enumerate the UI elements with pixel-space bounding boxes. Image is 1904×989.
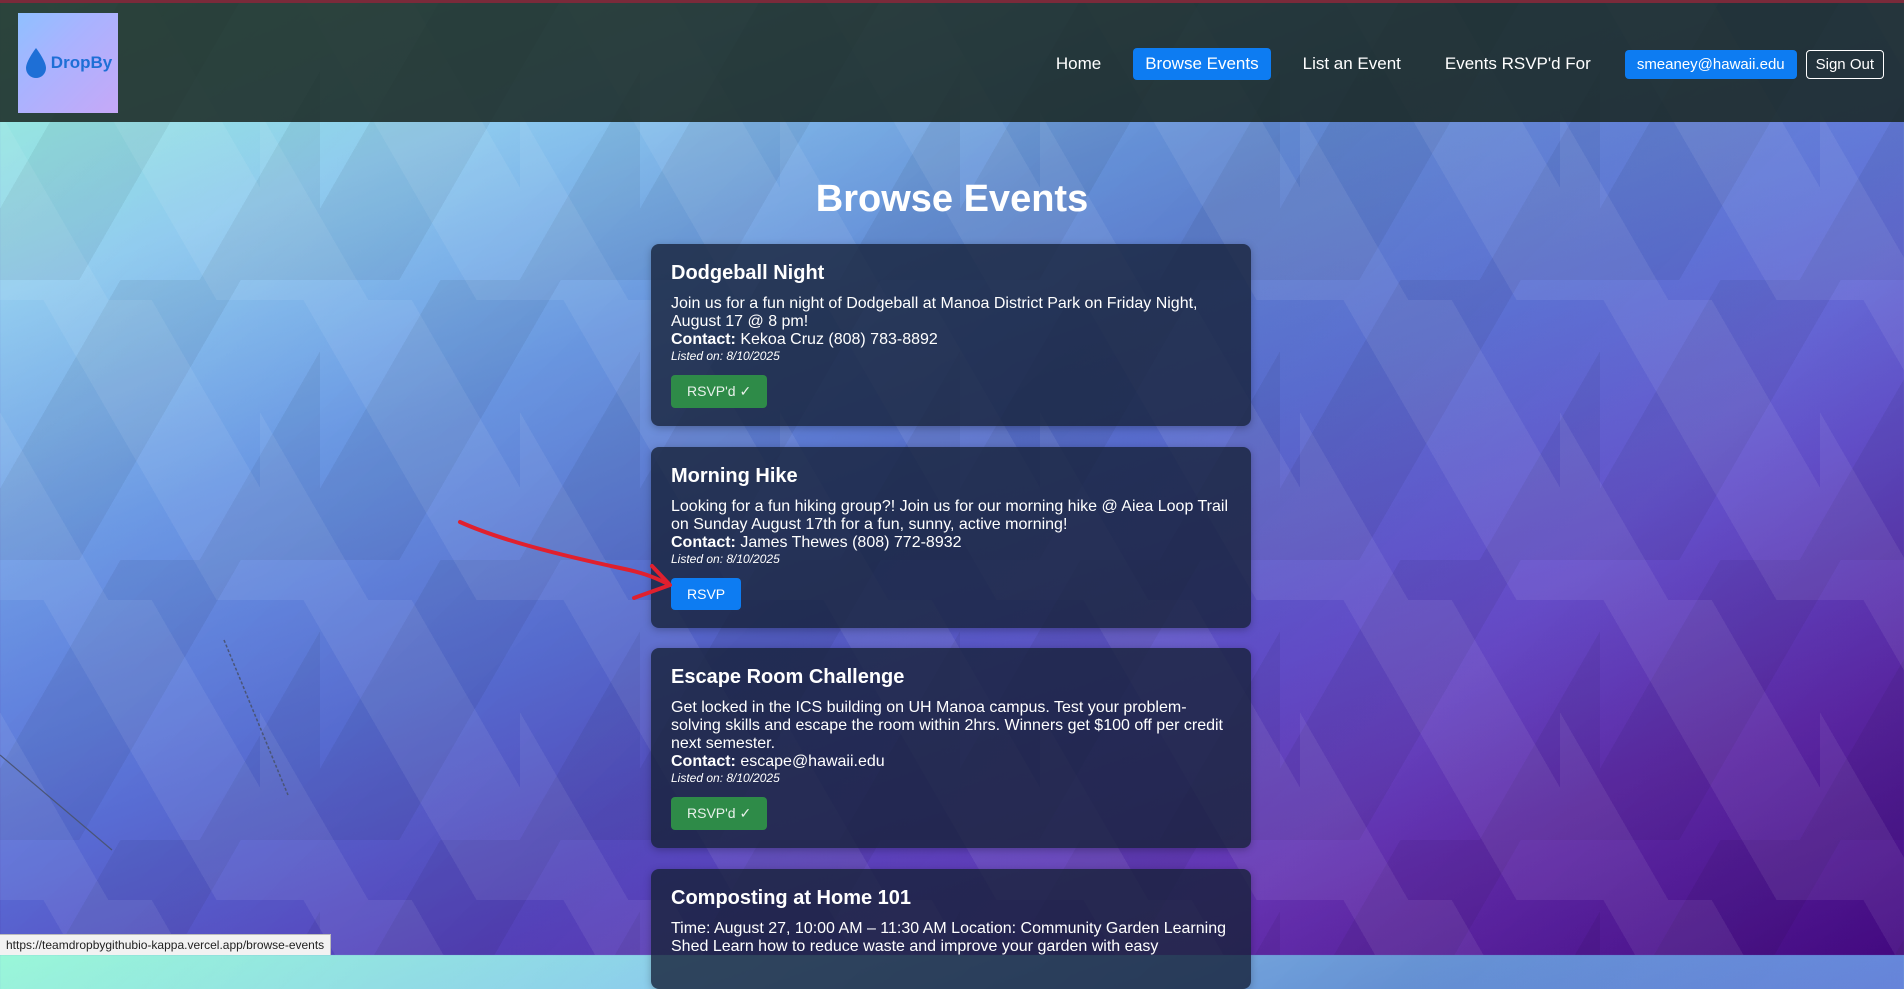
nav-home[interactable]: Home: [1044, 48, 1113, 80]
event-title: Escape Room Challenge: [671, 666, 905, 688]
brand-name: DropBy: [50, 53, 113, 72]
nav-list-an-event[interactable]: List an Event: [1291, 48, 1413, 80]
navbar: DropBy Home Browse Events List an Event …: [0, 3, 1904, 122]
contact-label: Contact:: [671, 331, 736, 348]
event-description: Join us for a fun night of Dodgeball at …: [671, 295, 1198, 330]
event-description: Get locked in the ICS building on UH Man…: [671, 699, 1223, 752]
nav-events-rsvpd-for[interactable]: Events RSVP'd For: [1433, 48, 1603, 80]
event-contact: Contact: James Thewes (808) 772-8932: [671, 534, 1231, 552]
contact-value: James Thewes (808) 772-8932: [740, 534, 962, 551]
rsvpd-button[interactable]: RSVP'd ✓: [671, 375, 768, 408]
event-listed-date: Listed on: 8/10/2025: [671, 349, 780, 363]
status-bar-url: https://teamdropbygithubio-kappa.vercel.…: [0, 934, 332, 955]
event-card: Dodgeball Night Join us for a fun night …: [651, 244, 1251, 426]
water-drop-icon: [25, 48, 46, 78]
event-listed-date: Listed on: 8/10/2025: [671, 552, 780, 566]
contact-label: Contact:: [671, 753, 736, 770]
sign-out-button[interactable]: Sign Out: [1805, 49, 1884, 79]
event-title: Dodgeball Night: [671, 262, 825, 284]
page-title: Browse Events: [815, 178, 1089, 220]
event-description: Time: August 27, 10:00 AM – 11:30 AM Loc…: [671, 920, 1226, 955]
event-card: Composting at Home 101 Time: August 27, …: [651, 869, 1251, 989]
contact-value: Kekoa Cruz (808) 783-8892: [740, 331, 938, 348]
event-title: Morning Hike: [671, 465, 798, 487]
nav-links: Home Browse Events List an Event Events …: [1024, 48, 1884, 80]
brand-logo[interactable]: DropBy: [18, 13, 118, 113]
event-listed-date: Listed on: 8/10/2025: [671, 771, 780, 785]
event-contact: Contact: Kekoa Cruz (808) 783-8892: [671, 331, 1231, 349]
event-contact: Contact: escape@hawaii.edu: [671, 753, 1231, 771]
event-description: Looking for a fun hiking group?! Join us…: [671, 498, 1229, 533]
user-email-button[interactable]: smeaney@hawaii.edu: [1624, 49, 1797, 79]
contact-value: escape@hawaii.edu: [740, 753, 885, 770]
event-card: Morning Hike Looking for a fun hiking gr…: [651, 447, 1251, 628]
contact-label: Contact:: [671, 534, 736, 551]
rsvpd-button[interactable]: RSVP'd ✓: [671, 797, 768, 830]
event-card: Escape Room Challenge Get locked in the …: [651, 648, 1251, 848]
nav-browse-events[interactable]: Browse Events: [1133, 48, 1271, 80]
rsvp-button[interactable]: RSVP: [671, 578, 742, 610]
event-title: Composting at Home 101: [671, 887, 912, 909]
